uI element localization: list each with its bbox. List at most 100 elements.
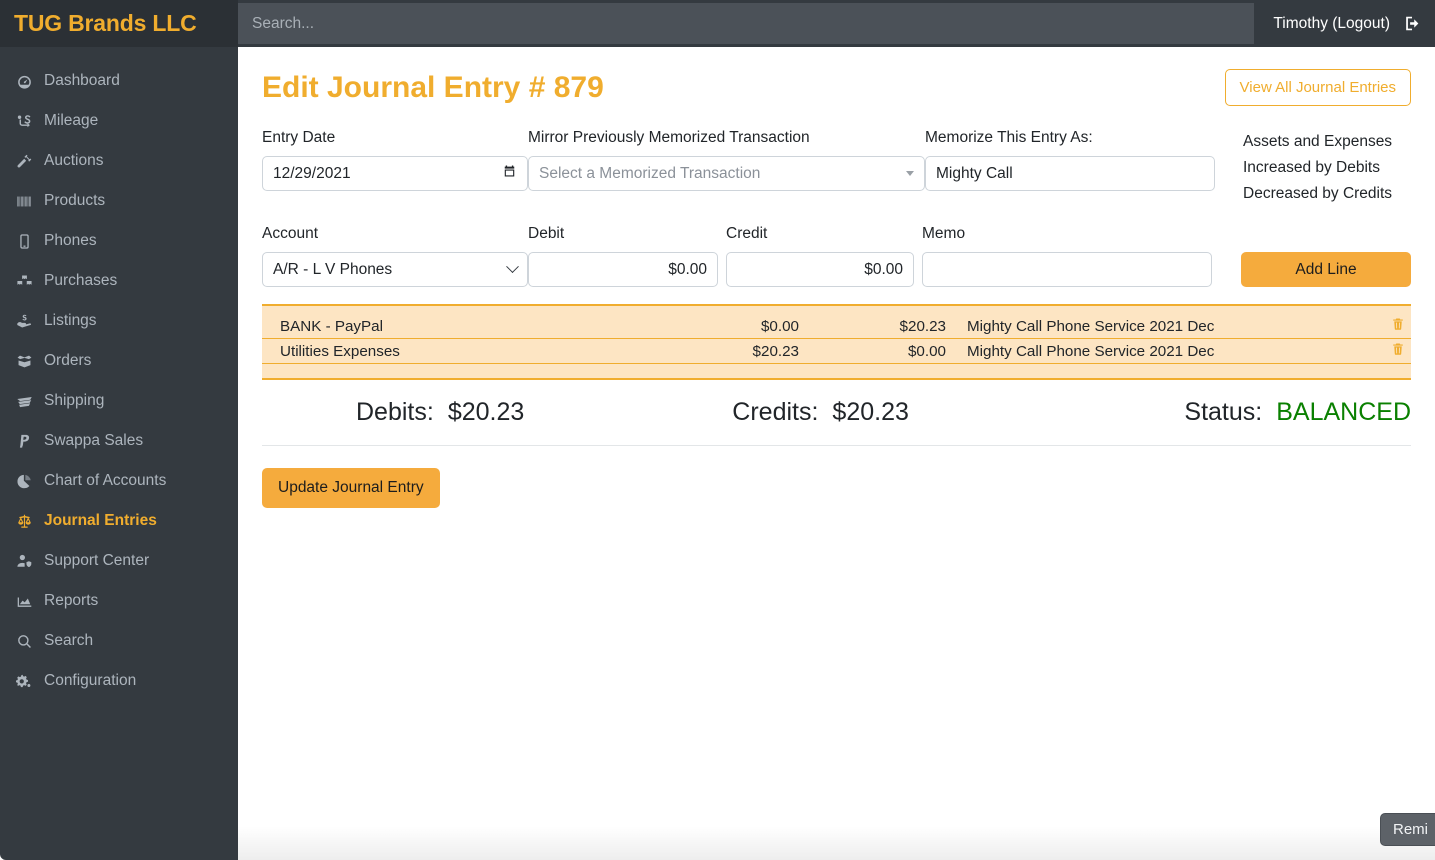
sidebar-item-swappa-sales[interactable]: Swappa Sales [0, 421, 238, 461]
trash-icon[interactable] [1375, 342, 1405, 360]
sidebar-item-label: Reports [44, 592, 99, 609]
chevron-down-icon [906, 171, 914, 176]
memorize-as-label: Memorize This Entry As: [925, 129, 1093, 146]
trash-icon[interactable] [1375, 317, 1405, 335]
app-root: TUG Brands LLC Dashboard Mileage Auction… [0, 0, 1435, 860]
pie-chart-icon [16, 473, 44, 490]
credit-input[interactable]: $0.00 [726, 252, 914, 287]
sidebar-item-products[interactable]: Products [0, 181, 238, 221]
barcode-icon [16, 193, 44, 210]
sidebar-item-label: Auctions [44, 152, 104, 169]
boxes-icon [16, 273, 44, 290]
sidebar-item-label: Purchases [44, 272, 118, 289]
calendar-icon[interactable] [502, 164, 517, 184]
sidebar: TUG Brands LLC Dashboard Mileage Auction… [0, 0, 238, 860]
sidebar-item-label: Search [44, 632, 94, 649]
sidebar-item-chart-of-accounts[interactable]: Chart of Accounts [0, 461, 238, 501]
sidebar-item-label: Products [44, 192, 106, 209]
brand-title: TUG Brands LLC [14, 10, 197, 36]
credits-total-value: $20.23 [832, 398, 909, 426]
update-journal-entry-button[interactable]: Update Journal Entry [262, 468, 440, 508]
totals-row: Debits: $20.23 Credits: $20.23 Status: B… [262, 380, 1411, 446]
main-pane: Timothy (Logout) Edit Journal Entry # 87… [238, 0, 1435, 860]
account-label: Account [262, 225, 319, 242]
search-input[interactable] [238, 3, 1254, 44]
sidebar-item-purchases[interactable]: Purchases [0, 261, 238, 301]
mobile-phone-icon [16, 233, 44, 250]
open-box-icon [16, 353, 44, 370]
sidebar-item-listings[interactable]: Listings [0, 301, 238, 341]
view-all-journal-entries-button[interactable]: View All Journal Entries [1224, 69, 1411, 106]
sidebar-item-label: Phones [44, 232, 97, 249]
sidebar-item-dashboard[interactable]: Dashboard [0, 61, 238, 101]
account-value: A/R - L V Phones [273, 260, 393, 278]
memo-field-group: Memo [922, 225, 1212, 287]
sidebar-item-label: Dashboard [44, 72, 120, 89]
debits-total-label: Debits: [356, 398, 434, 426]
debit-input[interactable]: $0.00 [528, 252, 718, 287]
journal-lines-table: BANK - PayPal $0.00 $20.23 Mighty Call P… [262, 304, 1411, 380]
chevron-down-icon [506, 260, 519, 274]
debit-value: $0.00 [668, 261, 707, 278]
sidebar-item-label: Swappa Sales [44, 432, 144, 449]
add-line-group: Add Line [1212, 225, 1411, 287]
sidebar-item-phones[interactable]: Phones [0, 221, 238, 261]
account-select[interactable]: A/R - L V Phones [262, 252, 528, 287]
line-memo: Mighty Call Phone Service 2021 Dec [967, 342, 1215, 360]
sidebar-item-orders[interactable]: Orders [0, 341, 238, 381]
search-container [238, 0, 1263, 47]
credits-total-label: Credits: [732, 398, 819, 426]
sign-out-icon[interactable] [1403, 14, 1422, 33]
mirror-transaction-placeholder: Select a Memorized Transaction [539, 164, 761, 182]
mirror-transaction-select[interactable]: Select a Memorized Transaction [528, 156, 925, 191]
sidebar-item-label: Orders [44, 352, 92, 369]
account-field-group: Account A/R - L V Phones [262, 225, 528, 287]
debits-total-value: $20.23 [447, 398, 525, 426]
user-logout-link[interactable]: Timothy (Logout) [1273, 15, 1390, 33]
sidebar-item-auctions[interactable]: Auctions [0, 141, 238, 181]
page-bottom-shadow [238, 826, 1435, 860]
memo-input[interactable] [922, 252, 1212, 287]
debits-total: Debits: $20.23 [356, 398, 524, 427]
user-area: Timothy (Logout) [1263, 0, 1435, 47]
debit-field-group: Debit $0.00 [528, 225, 726, 287]
credit-value: $0.00 [864, 261, 903, 278]
memorize-as-value: Mighty Call [936, 165, 1013, 182]
table-row[interactable]: BANK - PayPal $0.00 $20.23 Mighty Call P… [262, 314, 1411, 339]
sidebar-item-label: Shipping [44, 392, 105, 409]
entry-date-value: 12/29/2021 [273, 164, 351, 182]
sidebar-item-journal-entries[interactable]: Journal Entries [0, 501, 238, 541]
add-line-spacer [1241, 225, 1411, 243]
credits-total: Credits: $20.23 [732, 398, 909, 427]
mirror-transaction-field-group: Mirror Previously Memorized Transaction … [528, 129, 925, 191]
sidebar-item-label: Chart of Accounts [44, 472, 167, 489]
actions-bar: Update Journal Entry [262, 468, 1411, 508]
sidebar-item-configuration[interactable]: Configuration [0, 661, 238, 701]
sidebar-item-label: Listings [44, 312, 97, 329]
entry-date-field-group: Entry Date 12/29/2021 [262, 129, 528, 191]
form-row-1: Entry Date 12/29/2021 Mirror Previously … [262, 129, 1411, 207]
entry-date-label: Entry Date [262, 129, 336, 146]
sidebar-nav: Dashboard Mileage Auctions Products Phon… [0, 47, 238, 701]
balance-scale-icon [16, 513, 44, 530]
status-block: Status: BALANCED [1184, 398, 1411, 427]
memorize-as-input[interactable]: Mighty Call [925, 156, 1215, 191]
entry-date-input[interactable]: 12/29/2021 [262, 156, 528, 191]
line-debit: $0.00 [760, 317, 799, 335]
sidebar-item-shipping[interactable]: Shipping [0, 381, 238, 421]
add-line-button[interactable]: Add Line [1241, 252, 1411, 287]
sidebar-item-reports[interactable]: Reports [0, 581, 238, 621]
gauge-icon [16, 73, 44, 90]
topbar: Timothy (Logout) [238, 0, 1435, 47]
hand-holding-usd-icon [16, 313, 44, 330]
sidebar-item-support-center[interactable]: Support Center [0, 541, 238, 581]
gears-icon [16, 673, 44, 690]
user-shield-icon [16, 553, 44, 570]
sidebar-item-mileage[interactable]: Mileage [0, 101, 238, 141]
table-row[interactable]: Utilities Expenses $20.23 $0.00 Mighty C… [262, 339, 1411, 364]
page-title: Edit Journal Entry # 879 [262, 70, 604, 104]
reminder-floating-button[interactable]: Remi [1379, 813, 1435, 846]
status-badge: BALANCED [1276, 398, 1411, 426]
sidebar-item-search[interactable]: Search [0, 621, 238, 661]
mirror-transaction-label: Mirror Previously Memorized Transaction [528, 129, 810, 146]
